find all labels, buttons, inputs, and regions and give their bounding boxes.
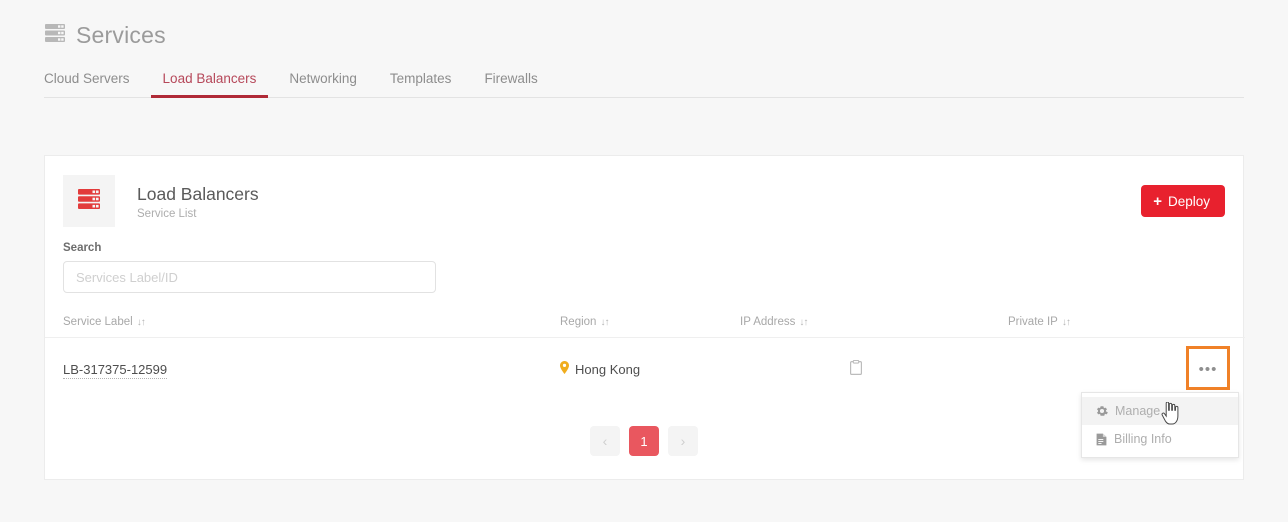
dropdown-item-label: Manage (1115, 404, 1161, 418)
gear-icon (1096, 405, 1108, 417)
page-title: Services (76, 22, 166, 48)
card-subtitle: Service List (137, 207, 197, 220)
column-label: IP Address (740, 316, 796, 328)
cell-actions: ••• Manage Billing Info (1081, 338, 1245, 458)
deploy-button[interactable]: + Deploy (1141, 185, 1225, 217)
services-table: Service Label ↓↑ Region ↓↑ IP Address ↓↑ Pr… (45, 307, 1245, 458)
tab-load-balancers[interactable]: Load Balancers (150, 71, 269, 98)
dropdown-item-billing-info[interactable]: Billing Info (1082, 425, 1238, 453)
column-header-private-ip[interactable]: Private IP ↓↑ (1008, 307, 1138, 338)
server-stack-icon (77, 188, 101, 215)
pagination: ‹ 1 › (45, 426, 1243, 456)
page-header: Services (44, 22, 166, 49)
column-header-service-label[interactable]: Service Label ↓↑ (45, 307, 560, 338)
card-header: Load Balancers Service List + Deploy (45, 156, 1243, 232)
sort-icon[interactable]: ↓↑ (1062, 317, 1071, 328)
column-header-region[interactable]: Region ↓↑ (560, 307, 740, 338)
column-label: Region (560, 316, 597, 328)
row-actions-menu-button[interactable]: ••• (1189, 354, 1227, 384)
tab-cloud-servers[interactable]: Cloud Servers (44, 71, 130, 97)
card-header-text: Load Balancers Service List (137, 183, 1141, 220)
row-actions-dropdown: Manage Billing Info (1081, 392, 1239, 458)
search-label: Search (63, 242, 102, 254)
cell-private-ip (1008, 338, 1138, 401)
table-header-row: Service Label ↓↑ Region ↓↑ IP Address ↓↑ Pr… (45, 307, 1245, 338)
map-pin-icon (560, 361, 569, 377)
dropdown-item-label: Billing Info (1114, 432, 1172, 446)
page-root: Services Cloud Servers Load Balancers Ne… (0, 0, 1288, 522)
clipboard-copy-icon[interactable] (850, 359, 863, 378)
column-header-actions (1138, 307, 1245, 338)
pagination-prev-button[interactable]: ‹ (590, 426, 620, 456)
search-block: Search (45, 232, 1243, 293)
region-name: Hong Kong (575, 361, 641, 377)
search-input[interactable] (63, 261, 436, 293)
deploy-button-label: Deploy (1167, 193, 1210, 209)
card-icon-box (63, 175, 115, 227)
tab-firewalls[interactable]: Firewalls (484, 71, 537, 97)
row-actions: ••• Manage Billing Info (1081, 346, 1239, 458)
tab-networking[interactable]: Networking (289, 71, 357, 97)
primary-tabs: Cloud Servers Load Balancers Networking … (44, 66, 1244, 98)
column-header-ip-address[interactable]: IP Address ↓↑ (740, 307, 1008, 338)
service-label-link[interactable]: LB-317375-12599 (63, 361, 168, 379)
pagination-page-1[interactable]: 1 (629, 426, 659, 456)
table-row: LB-317375-12599 Hong Kong ••• Manage Bil… (45, 338, 1245, 458)
plus-icon: + (1153, 192, 1162, 210)
cell-ip-address (740, 338, 1008, 401)
sort-icon[interactable]: ↓↑ (600, 317, 609, 328)
cell-service-label: LB-317375-12599 (45, 338, 560, 401)
column-label: Service Label (63, 316, 133, 328)
dropdown-item-manage[interactable]: Manage (1082, 397, 1238, 425)
cell-region: Hong Kong (560, 338, 740, 401)
sort-icon[interactable]: ↓↑ (799, 317, 808, 328)
server-stack-icon (44, 23, 66, 48)
file-invoice-icon (1096, 433, 1107, 446)
tab-templates[interactable]: Templates (390, 71, 452, 97)
sort-icon[interactable]: ↓↑ (137, 317, 146, 328)
column-label: Private IP (1008, 316, 1058, 328)
load-balancers-card: Load Balancers Service List + Deploy Sea… (44, 155, 1245, 480)
pagination-next-button[interactable]: › (668, 426, 698, 456)
card-title: Load Balancers (137, 183, 259, 204)
